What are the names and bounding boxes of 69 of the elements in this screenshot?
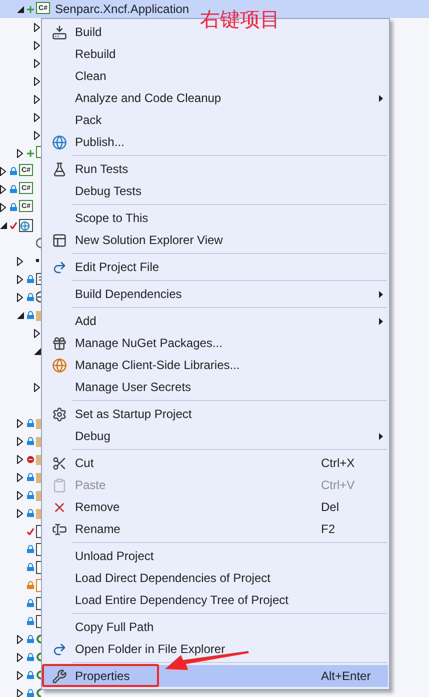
menu-item[interactable]: Edit Project File	[43, 256, 388, 278]
collapsed-arrow-icon[interactable]	[17, 490, 23, 500]
collapsed-arrow-icon[interactable]	[17, 652, 23, 662]
menu-item[interactable]: Properties Alt+Enter	[43, 665, 388, 687]
menu-item[interactable]: New Solution Explorer View	[43, 229, 388, 251]
collapsed-arrow-icon[interactable]	[34, 382, 40, 392]
collapsed-arrow-icon[interactable]	[0, 166, 6, 176]
menu-item[interactable]: Manage NuGet Packages...	[43, 332, 388, 354]
collapsed-arrow-icon[interactable]	[17, 670, 23, 680]
expanded-arrow-icon[interactable]	[17, 312, 24, 318]
expanded-arrow-icon[interactable]	[17, 6, 24, 12]
menu-item[interactable]: Clean	[43, 65, 388, 87]
collapsed-arrow-icon[interactable]	[34, 328, 40, 338]
collapsed-arrow-icon[interactable]	[34, 112, 40, 122]
expanded-arrow-icon[interactable]	[0, 222, 7, 228]
menu-item[interactable]: Debug	[43, 425, 388, 447]
menu-item[interactable]: Open Folder in File Explorer	[43, 638, 388, 660]
expanded-arrow-icon[interactable]	[34, 348, 41, 354]
web-project-icon	[19, 218, 33, 232]
gear-icon	[52, 406, 66, 422]
rename-icon	[52, 522, 66, 536]
collapsed-arrow-icon[interactable]	[34, 22, 40, 32]
collapsed-arrow-icon[interactable]	[17, 688, 23, 697]
collapsed-arrow-icon[interactable]	[17, 256, 23, 266]
menu-item[interactable]: Remove Del	[43, 496, 388, 518]
collapsed-arrow-icon[interactable]	[34, 58, 40, 68]
collapsed-arrow-icon[interactable]	[17, 634, 23, 644]
menu-item[interactable]: Manage User Secrets	[43, 376, 388, 398]
tray-download-icon	[52, 24, 66, 40]
menu-item[interactable]: Cut Ctrl+X	[43, 452, 388, 474]
menu-item[interactable]: Scope to This	[43, 207, 388, 229]
menu-item[interactable]: Add	[43, 310, 388, 332]
gift-icon	[52, 336, 66, 350]
menu-item[interactable]: Rename F2	[43, 518, 388, 540]
collapsed-arrow-icon[interactable]	[17, 454, 23, 464]
menu-item[interactable]: Copy Full Path	[43, 616, 388, 638]
collapsed-arrow-icon[interactable]	[17, 472, 23, 482]
collapsed-arrow-icon[interactable]	[17, 292, 23, 302]
collapsed-arrow-icon[interactable]	[0, 202, 6, 212]
menu-item[interactable]: Run Tests	[43, 158, 388, 180]
collapsed-arrow-icon[interactable]	[34, 94, 40, 104]
collapsed-arrow-icon[interactable]	[17, 148, 23, 158]
menu-item[interactable]: Publish...	[43, 131, 388, 153]
curved-arrow-icon	[52, 642, 66, 656]
collapsed-arrow-icon[interactable]	[34, 130, 40, 140]
collapsed-arrow-icon[interactable]	[17, 418, 23, 428]
collapsed-arrow-icon[interactable]	[17, 508, 23, 518]
scissors-icon	[52, 456, 66, 470]
collapsed-arrow-icon[interactable]	[0, 184, 6, 194]
menu-item[interactable]: Unload Project	[43, 545, 388, 567]
collapsed-arrow-icon[interactable]	[17, 436, 23, 446]
tree-item-label[interactable]: Senparc.Xncf.Application	[55, 2, 190, 16]
clipboard-icon	[52, 478, 66, 492]
curved-arrow-icon	[52, 260, 66, 274]
menu-item[interactable]: Debug Tests	[43, 180, 388, 202]
menu-item[interactable]: Pack	[43, 109, 388, 131]
menu-item[interactable]: Rebuild	[43, 43, 388, 65]
menu-item[interactable]: Manage Client-Side Libraries...	[43, 354, 388, 376]
menu-item[interactable]: Load Direct Dependencies of Project	[43, 567, 388, 589]
window-icon	[52, 232, 66, 248]
menu-item[interactable]: Build Dependencies	[43, 283, 388, 305]
menu-item[interactable]: Set as Startup Project	[43, 403, 388, 425]
flask-icon	[52, 162, 66, 176]
menu-item[interactable]: Analyze and Code Cleanup	[43, 87, 388, 109]
menu-item[interactable]: Load Entire Dependency Tree of Project	[43, 589, 388, 611]
collapsed-arrow-icon[interactable]	[17, 274, 23, 284]
collapsed-arrow-icon[interactable]	[34, 40, 40, 50]
wrench-icon	[52, 668, 66, 684]
collapsed-arrow-icon[interactable]	[34, 76, 40, 86]
